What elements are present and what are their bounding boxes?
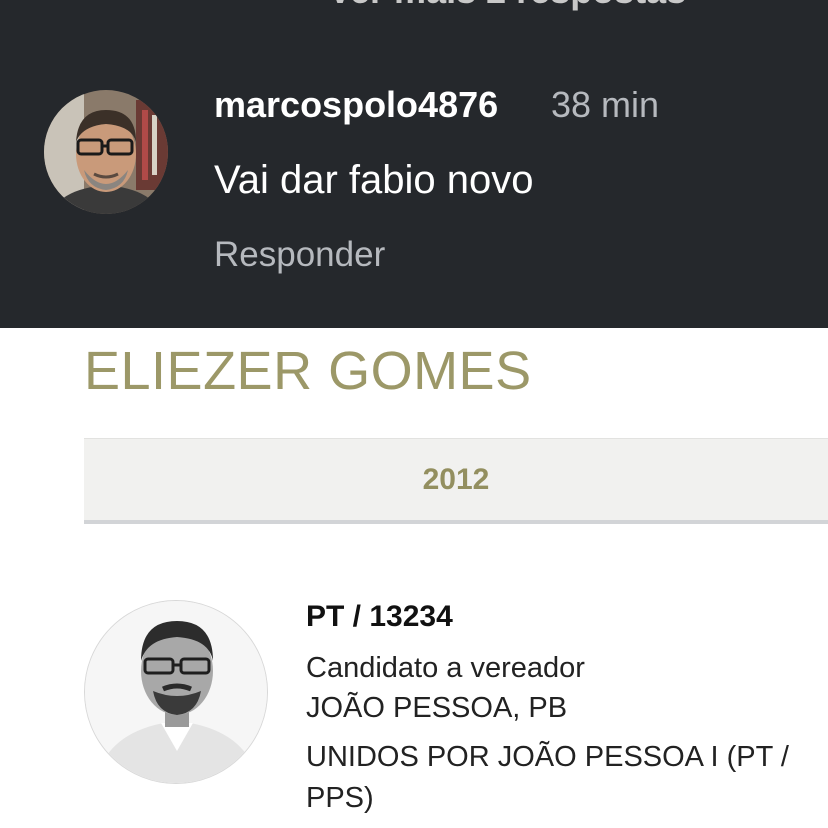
candidate-coalition-line1: UNIDOS POR JOÃO PESSOA I (PT / [306, 741, 789, 773]
candidate-photo [84, 600, 268, 784]
reply-button[interactable]: Responder [214, 235, 385, 275]
comment-time: 38 min [551, 84, 660, 125]
year-tab-2012[interactable]: 2012 [84, 438, 828, 524]
candidate-party-number: PT / 13234 [306, 600, 453, 633]
comment-panel: Ver mais 2 respostas marcospolo4876 38 m… [0, 0, 828, 328]
candidate-role: Candidato a vereador [306, 652, 585, 684]
commenter-avatar[interactable] [44, 90, 168, 214]
candidate-city: JOÃO PESSOA, PB [306, 692, 568, 724]
candidate-name: ELIEZER GOMES [84, 341, 532, 401]
year-tab-label: 2012 [422, 462, 490, 496]
comment-text: Vai dar fabio novo [214, 158, 534, 202]
candidate-photo-image [85, 601, 267, 783]
candidate-coalition-line2: PPS) [306, 782, 374, 814]
more-replies-link[interactable]: Ver mais 2 respostas [328, 0, 686, 12]
avatar-image [44, 90, 168, 214]
commenter-username[interactable]: marcospolo4876 [214, 84, 498, 126]
